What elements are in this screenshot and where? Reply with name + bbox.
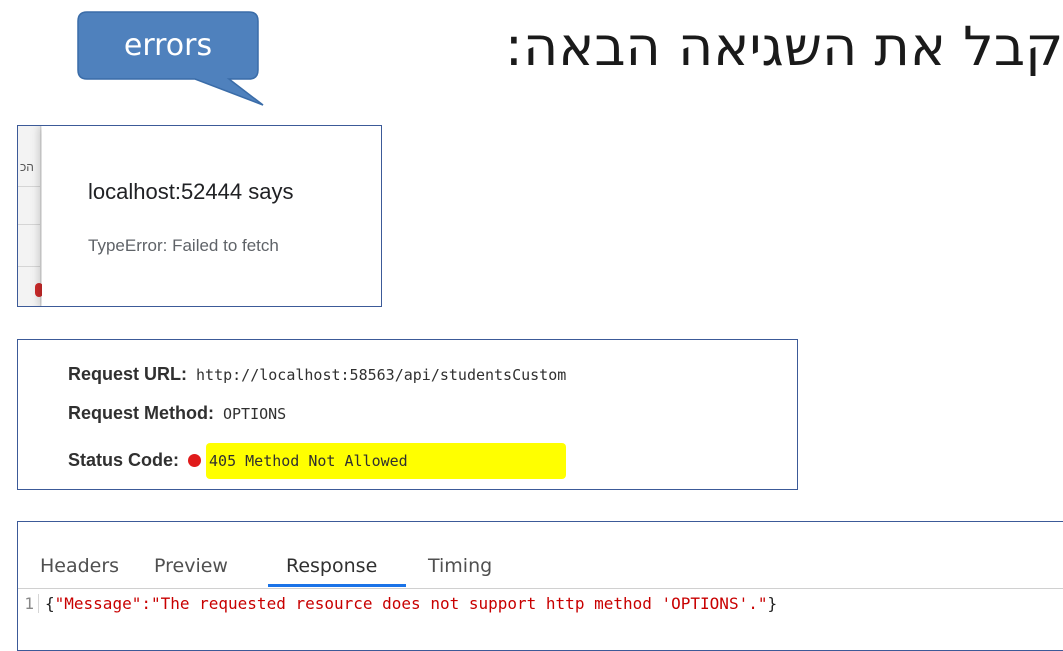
background-divider <box>18 266 40 267</box>
response-body-text[interactable]: "Message":"The requested resource does n… <box>55 594 768 613</box>
response-code-line: 1 { "Message":"The requested resource do… <box>18 589 1063 617</box>
request-url-value[interactable]: http://localhost:58563/api/studentsCusto… <box>196 366 566 384</box>
background-divider <box>18 186 40 187</box>
request-url-row: Request URL: http://localhost:58563/api/… <box>68 364 566 385</box>
alert-message: TypeError: Failed to fetch <box>88 236 279 255</box>
tab-timing[interactable]: Timing <box>428 555 492 577</box>
errors-callout: errors <box>77 11 264 106</box>
json-open-brace: { <box>45 593 55 613</box>
status-code-row: Status Code: 405 Method Not Allowed <box>68 450 408 471</box>
callout-label: errors <box>123 27 213 63</box>
request-method-row: Request Method: OPTIONS <box>68 403 286 424</box>
background-page-strip <box>18 126 41 306</box>
status-code-value: 405 Method Not Allowed <box>209 451 408 470</box>
slide-title: נקבל את השגיאה הבאה: <box>504 15 1063 78</box>
background-page-text: הכ <box>20 160 34 174</box>
json-close-brace: } <box>767 593 778 613</box>
request-method-label: Request Method: <box>68 403 214 423</box>
devtools-response-panel: Headers Preview Response Timing 1 { "Mes… <box>17 521 1063 651</box>
status-error-icon <box>188 454 202 467</box>
alert-dialog: localhost:52444 says TypeError: Failed t… <box>42 126 381 306</box>
status-code-label: Status Code: <box>68 450 180 470</box>
line-number: 1 <box>18 593 39 613</box>
request-url-label: Request URL: <box>68 364 188 384</box>
active-tab-indicator <box>268 584 406 587</box>
request-method-value: OPTIONS <box>223 404 287 423</box>
tab-preview[interactable]: Preview <box>154 555 228 577</box>
alert-heading: localhost:52444 says <box>88 179 294 204</box>
devtools-tab-strip: Headers Preview Response Timing <box>18 544 1063 589</box>
background-divider <box>18 224 40 225</box>
request-details-panel: Request URL: http://localhost:58563/api/… <box>17 339 798 490</box>
tab-response[interactable]: Response <box>286 555 377 577</box>
alert-dialog-screenshot: הכ localhost:52444 says TypeError: Faile… <box>17 125 382 307</box>
tab-headers[interactable]: Headers <box>40 555 119 577</box>
